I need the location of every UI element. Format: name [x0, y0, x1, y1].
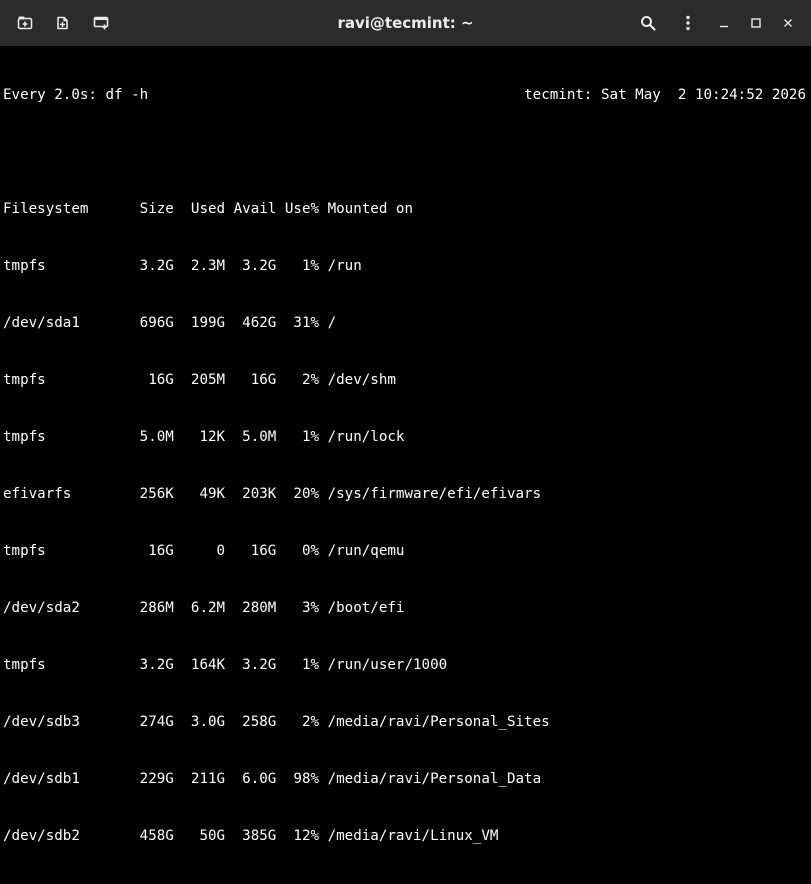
maximize-icon — [750, 14, 762, 33]
terminal-output[interactable]: Every 2.0s: df -h tecmint: Sat May 2 10:… — [0, 46, 811, 884]
df-row: /dev/sdb2 458G 50G 385G 12% /media/ravi/… — [3, 828, 499, 844]
close-button[interactable] — [775, 10, 801, 36]
df-header-row: Filesystem Size Used Avail Use% Mounted … — [3, 201, 413, 217]
df-row: /dev/sdb3 274G 3.0G 258G 2% /media/ravi/… — [3, 714, 550, 730]
df-row: tmpfs 16G 205M 16G 2% /dev/shm — [3, 372, 396, 388]
df-row: /dev/sda2 286M 6.2M 280M 3% /boot/efi — [3, 600, 405, 616]
menu-button[interactable] — [671, 6, 705, 40]
df-row: /dev/sda1 696G 199G 462G 31% / — [3, 315, 337, 331]
titlebar-right-actions — [631, 0, 801, 46]
df-row: tmpfs 5.0M 12K 5.0M 1% /run/lock — [3, 429, 405, 445]
title-bar[interactable]: ravi@tecmint: ~ — [0, 0, 811, 46]
search-icon — [640, 15, 656, 31]
df-row: /dev/sdb1 229G 211G 6.0G 98% /media/ravi… — [3, 771, 542, 787]
new-tab-button[interactable] — [8, 6, 42, 40]
watch-host-timestamp: tecmint: Sat May 2 10:24:52 2026 — [524, 87, 806, 103]
search-button[interactable] — [631, 6, 665, 40]
titlebar-left-actions — [8, 0, 118, 46]
df-row: efivarfs 256K 49K 203K 20% /sys/firmware… — [3, 486, 542, 502]
df-row: tmpfs 3.2G 2.3M 3.2G 1% /run — [3, 258, 362, 274]
close-icon — [782, 14, 794, 33]
detach-tab-button[interactable] — [46, 6, 80, 40]
maximize-button[interactable] — [743, 10, 769, 36]
new-tab-icon — [17, 15, 33, 31]
menu-icon — [680, 15, 696, 31]
detach-tab-icon — [55, 15, 71, 31]
watch-header-line: Every 2.0s: df -h tecmint: Sat May 2 10:… — [3, 86, 806, 105]
terminal-window: ravi@tecmint: ~ Every 2.0s: df -h tecmin… — [0, 0, 811, 884]
minimize-button[interactable] — [711, 10, 737, 36]
minimize-icon — [718, 14, 730, 33]
df-row: tmpfs 16G 0 16G 0% /run/qemu — [3, 543, 405, 559]
watch-command: Every 2.0s: df -h — [3, 87, 149, 103]
df-row: tmpfs 3.2G 164K 3.2G 1% /run/user/1000 — [3, 657, 448, 673]
new-window-icon — [93, 15, 109, 31]
new-window-button[interactable] — [84, 6, 118, 40]
